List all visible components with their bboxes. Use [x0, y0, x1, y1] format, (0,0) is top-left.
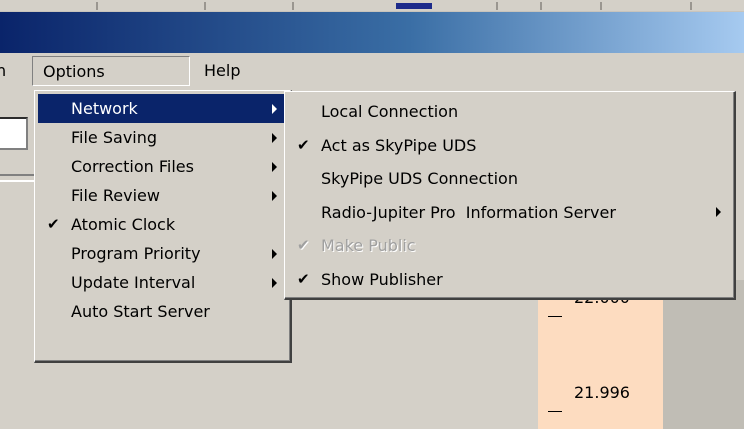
menu-item-label: Network — [71, 99, 138, 118]
menu-partial-item[interactable]: n — [0, 56, 6, 86]
background-input-field[interactable] — [0, 117, 28, 150]
strip-tick — [496, 2, 498, 10]
checkmark-icon: ✔ — [47, 215, 60, 233]
menu-item-program-priority[interactable]: Program Priority — [38, 239, 287, 268]
chart-tick-mark — [548, 316, 562, 317]
chart-side-panel — [663, 280, 744, 429]
strip-tick — [204, 2, 206, 10]
submenu-arrow-icon — [272, 190, 277, 201]
menu-item-skypipe-uds-connection[interactable]: SkyPipe UDS Connection — [288, 162, 731, 196]
submenu-arrow-icon — [272, 277, 277, 288]
menu-item-label: Show Publisher — [321, 269, 443, 289]
checkmark-icon: ✔ — [297, 269, 310, 288]
submenu-arrow-icon — [272, 161, 277, 172]
menu-item-atomic-clock[interactable]: ✔ Atomic Clock — [38, 210, 287, 239]
menu-item-update-interval[interactable]: Update Interval — [38, 268, 287, 297]
options-dropdown-menu: Network File Saving Correction Files Fil… — [34, 90, 292, 363]
title-bar[interactable] — [0, 12, 744, 53]
menu-item-local-connection[interactable]: Local Connection — [288, 95, 731, 129]
submenu-arrow-icon — [272, 103, 277, 114]
menu-item-label: Radio-Jupiter Pro Information Server — [321, 202, 616, 222]
menu-item-act-as-skypipe-uds[interactable]: ✔ Act as SkyPipe UDS — [288, 129, 731, 163]
menu-item-label: File Review — [71, 186, 160, 205]
menu-item-label: Atomic Clock — [71, 215, 176, 234]
menu-item-label: Act as SkyPipe UDS — [321, 135, 477, 155]
menu-item-make-public: ✔ Make Public — [288, 229, 731, 263]
menu-item-label: Auto Start Server — [71, 302, 210, 321]
menu-item-correction-files[interactable]: Correction Files — [38, 152, 287, 181]
network-submenu: Local Connection ✔ Act as SkyPipe UDS Sk… — [284, 91, 736, 300]
menu-item-label: Correction Files — [71, 157, 194, 176]
menu-item-label: Local Connection — [321, 102, 459, 121]
chart-tick-label: 21.996 — [574, 383, 630, 402]
menu-item-file-review[interactable]: File Review — [38, 181, 287, 210]
menu-item-radio-jupiter-pro-information-server[interactable]: Radio-Jupiter Pro Information Server — [288, 196, 731, 230]
strip-tick — [96, 2, 98, 10]
strip-tick — [292, 2, 294, 10]
menu-help[interactable]: Help — [194, 56, 250, 86]
menu-item-label: SkyPipe UDS Connection — [321, 169, 518, 188]
menu-options[interactable]: Options — [32, 56, 190, 86]
submenu-arrow-icon — [272, 248, 277, 259]
menu-item-label: Update Interval — [71, 273, 196, 292]
menu-item-file-saving[interactable]: File Saving — [38, 123, 287, 152]
checkmark-icon: ✔ — [297, 135, 310, 154]
menu-item-network[interactable]: Network — [38, 94, 287, 123]
menu-item-label: Make Public — [321, 236, 416, 255]
checkmark-icon: ✔ — [297, 236, 310, 254]
menu-item-show-publisher[interactable]: ✔ Show Publisher — [288, 263, 731, 297]
submenu-arrow-icon — [272, 132, 277, 143]
chart-tick-mark — [548, 411, 562, 412]
strip-tick — [540, 2, 542, 10]
submenu-arrow-icon — [716, 207, 721, 218]
strip-tick — [690, 2, 692, 10]
strip-marker — [396, 3, 432, 9]
menu-bar: n Options Help — [0, 53, 744, 89]
menu-item-label: File Saving — [71, 128, 158, 147]
menu-item-label: Program Priority — [71, 244, 201, 263]
background-window-strip — [0, 0, 744, 12]
strip-tick — [600, 2, 602, 10]
menu-item-auto-start-server[interactable]: Auto Start Server — [38, 297, 287, 326]
